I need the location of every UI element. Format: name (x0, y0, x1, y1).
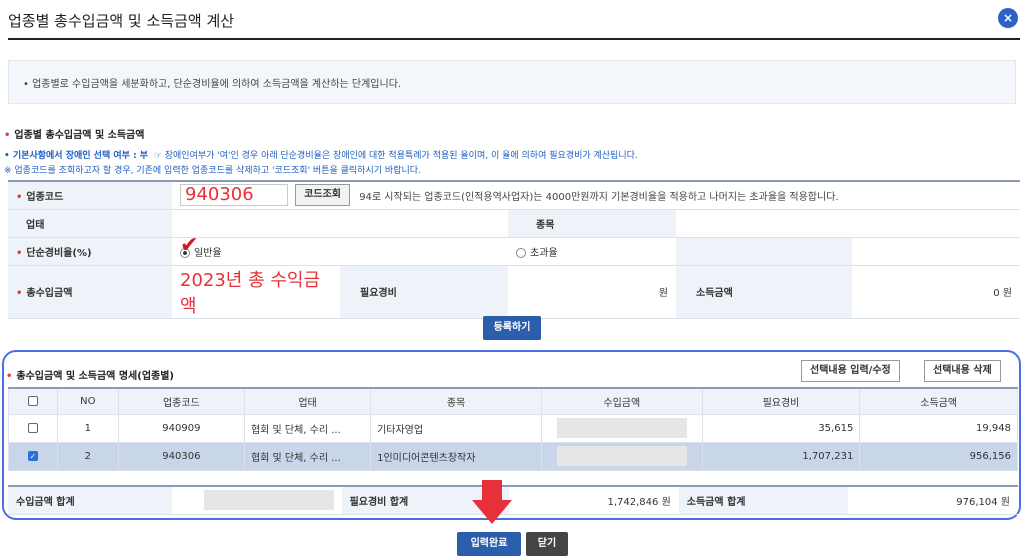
detail-table: NO 업종코드 업태 종목 수입금액 필요경비 소득금액 1 940909 협회… (8, 387, 1018, 471)
code-label: • 업종코드 (8, 181, 172, 210)
income-form: • 업종코드 940306 코드조회 94로 시작되는 업종코드(인적용역사업자)… (8, 180, 1020, 319)
type-value (172, 209, 508, 238)
col-revenue: 수입금액 (540, 387, 703, 415)
expense-label: 필요경비 (340, 265, 508, 319)
dialog-title-bar: 업종별 총수입금액 및 소득금액 계산 × (8, 0, 1020, 40)
row-type: 협회 및 단체, 수리 ... (243, 441, 372, 471)
section-title: • 업종별 총수입금액 및 소득금액 (4, 130, 145, 141)
sum-revenue-value (171, 486, 342, 515)
col-type: 업태 (243, 387, 372, 415)
rate-general-value (340, 237, 508, 266)
revenue-label: • 총수입금액 (8, 265, 172, 319)
row-revenue (540, 441, 703, 471)
close-icon[interactable]: × (998, 8, 1018, 28)
income-value: 0 원 (852, 265, 1020, 319)
delete-selected-button[interactable]: 선택내용 삭제 (924, 360, 1001, 382)
select-all-checkbox[interactable] (8, 387, 58, 415)
row-no: 2 (56, 441, 119, 471)
row-expense: 1,707,231 (701, 441, 861, 471)
row-checkbox[interactable] (8, 413, 58, 443)
col-code: 업종코드 (117, 387, 245, 415)
row-income: 19,948 (859, 413, 1018, 443)
income-label: 소득금액 (676, 265, 852, 319)
row-expense: 35,615 (701, 413, 861, 443)
row-code: 940306 (117, 441, 245, 471)
checkmark-annotation-icon: ✔ (180, 233, 199, 258)
summary-table: 수입금액 합계 필요경비 합계 1,742,846 원 소득금액 합계 976,… (8, 485, 1018, 515)
code-description: 94로 시작되는 업종코드(인적용역사업자)는 4000만원까지 기본경비율을 … (359, 191, 839, 203)
register-button[interactable]: 등록하기 (483, 316, 541, 340)
rate-label: • 단순경비율(%) (8, 237, 172, 266)
sum-income-value: 976,104 원 (848, 486, 1018, 515)
col-no: NO (56, 387, 119, 415)
item-label: 종목 (508, 209, 676, 238)
row-code: 940909 (117, 413, 245, 443)
table-row[interactable]: 1 940909 협회 및 단체, 수리 ... 기타자영업 35,615 19… (8, 413, 1018, 443)
row-checkbox[interactable]: ✓ (8, 441, 58, 471)
edit-selected-button[interactable]: 선택내용 입력/수정 (801, 360, 900, 382)
code-lookup-button[interactable]: 코드조회 (295, 184, 350, 207)
type-label: 업태 (8, 209, 172, 238)
radio-excess[interactable] (516, 247, 526, 258)
disability-note: • 기본사항에서 장애인 선택 여부 : 부 ☞ 장애인여부가 '여'인 경우 … (4, 151, 638, 161)
notice-text: • 업종별로 수입금액을 세분화하고, 단순경비율에 의하여 소득금액을 계산하… (23, 79, 402, 90)
arrow-down-icon (472, 480, 512, 524)
row-revenue (540, 413, 703, 443)
col-expense: 필요경비 (701, 387, 861, 415)
row-income: 956,156 (859, 441, 1018, 471)
notice-box: • 업종별로 수입금액을 세분화하고, 단순경비율에 의하여 소득금액을 계산하… (8, 60, 1016, 104)
row-no: 1 (56, 413, 119, 443)
sum-expense-value: 1,742,846 원 (509, 486, 679, 515)
col-income: 소득금액 (859, 387, 1018, 415)
row-type: 협회 및 단체, 수리 ... (243, 413, 372, 443)
dialog-title: 업종별 총수입금액 및 소득금액 계산 (8, 12, 235, 30)
table-row[interactable]: ✓ 2 940306 협회 및 단체, 수리 ... 1인미디어콘텐츠창작자 1… (8, 441, 1018, 471)
complete-button[interactable]: 입력완료 (457, 532, 521, 556)
revenue-input[interactable]: 2023년 총 수익금액 (172, 265, 340, 319)
close-button[interactable]: 닫기 (526, 532, 568, 556)
code-lookup-note: ※ 업종코드를 조회하고자 할 경우, 기존에 입력한 업종코드를 삭제하고 '… (4, 166, 421, 176)
list-title: • 총수입금액 및 소득금액 명세(업종별) (6, 371, 174, 382)
sum-revenue-label: 수입금액 합계 (8, 486, 172, 515)
row-item: 1인미디어콘텐츠창작자 (370, 441, 542, 471)
item-value (676, 209, 1020, 238)
expense-value: 원 (508, 265, 676, 319)
rate-spacer (676, 237, 852, 266)
rate-excess-value (852, 237, 1020, 266)
rate-option-excess[interactable]: 초과율 (508, 237, 676, 266)
row-item: 기타자영업 (370, 413, 542, 443)
code-input[interactable]: 940306 (180, 184, 288, 207)
sum-income-label: 소득금액 합계 (678, 486, 849, 515)
col-item: 종목 (370, 387, 542, 415)
